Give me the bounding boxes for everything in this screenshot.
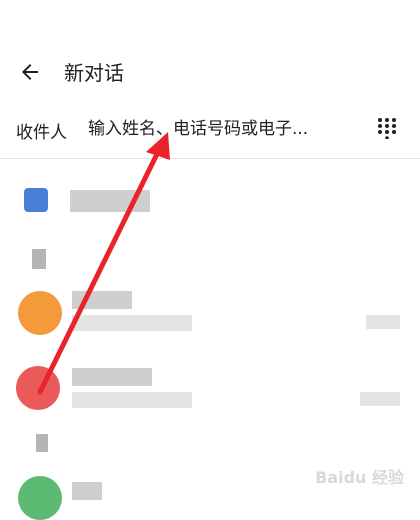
avatar — [18, 476, 62, 520]
section-letter-blurred — [0, 430, 420, 460]
contact-item[interactable] — [0, 360, 420, 420]
contact-type-blurred — [366, 315, 400, 329]
recipient-label: 收件人 — [16, 123, 67, 143]
contact-name-blurred — [72, 291, 132, 309]
watermark-logo: Baidu 经验 — [315, 468, 404, 487]
contact-detail-blurred — [72, 392, 192, 408]
contact-name-blurred — [72, 368, 152, 386]
dialpad-icon[interactable] — [376, 117, 398, 139]
contact-name-blurred — [70, 190, 150, 212]
section-letter-blurred — [0, 245, 420, 275]
arrow-left-icon[interactable] — [18, 60, 42, 84]
app-header: 新对话 — [0, 40, 420, 100]
contact-item[interactable] — [0, 285, 420, 345]
contact-type-blurred — [360, 392, 400, 406]
section-letter-blurred — [32, 249, 46, 269]
page-title: 新对话 — [64, 61, 124, 85]
contact-list — [0, 160, 420, 520]
contact-item[interactable] — [0, 180, 420, 230]
avatar — [18, 291, 62, 335]
contact-detail-blurred — [72, 315, 192, 331]
recipient-input[interactable] — [88, 114, 358, 144]
avatar — [16, 366, 60, 410]
section-letter-blurred — [36, 434, 48, 452]
avatar — [24, 188, 48, 212]
contact-name-blurred — [72, 482, 102, 500]
recipient-row: 收件人 — [0, 100, 420, 159]
